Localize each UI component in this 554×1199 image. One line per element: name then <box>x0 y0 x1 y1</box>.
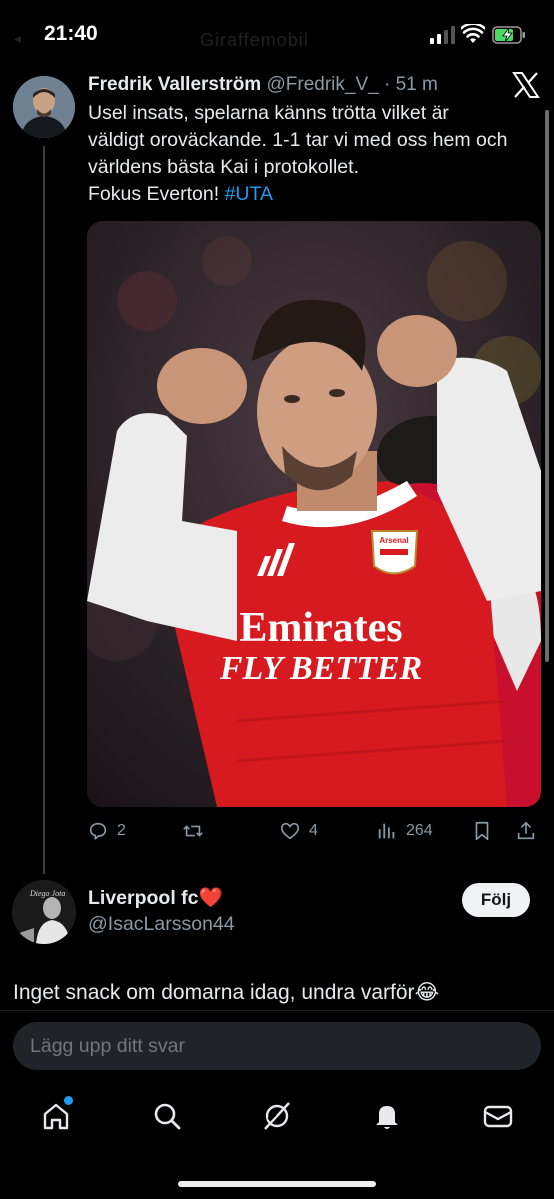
x-logo-icon[interactable] <box>512 72 540 98</box>
reply-compose-input[interactable]: Lägg upp ditt svar <box>13 1022 541 1070</box>
retweet-action[interactable] <box>182 816 212 846</box>
follow-button[interactable]: Följ <box>462 883 530 917</box>
status-time: 21:40 <box>44 22 98 45</box>
back-arrow-ghost-icon: ◂ <box>14 30 22 46</box>
ghost-title: Giraffemobil <box>200 30 309 50</box>
retweet-icon <box>183 825 203 837</box>
tweet-author-name[interactable]: Fredrik Vallerström <box>88 74 261 95</box>
hashtag-link[interactable]: #UTA <box>225 183 273 205</box>
reply-text: Inget snack om domarna idag, undra varfö… <box>13 980 439 1005</box>
reply-text-body: Inget snack om domarna idag, undra varfö… <box>13 981 415 1004</box>
tweet-actions: 2 4 264 <box>87 816 547 846</box>
tweet-text-line: väldigt oroväckande. 1-1 tar vi med oss … <box>88 129 508 151</box>
compose-divider <box>0 1010 554 1011</box>
bookmark-action[interactable] <box>471 816 493 846</box>
status-bar: ◂ 21:40 Giraffemobil <box>0 0 554 70</box>
home-notification-dot <box>64 1096 73 1105</box>
player-photo: Arsenal Emirates FLY BETTER <box>87 221 541 807</box>
wifi-icon <box>461 24 485 43</box>
reply-count: 2 <box>117 822 126 839</box>
tab-search[interactable] <box>151 1100 183 1132</box>
views-action[interactable]: 264 <box>376 816 433 846</box>
tweet-media-photo[interactable]: Arsenal Emirates FLY BETTER <box>87 221 541 807</box>
thread-connector-line <box>43 146 45 874</box>
messages-icon <box>483 1105 513 1128</box>
like-action[interactable]: 4 <box>279 816 318 846</box>
share-icon <box>517 821 535 840</box>
tab-messages[interactable] <box>482 1100 514 1132</box>
tweet-text-line: världens bästa Kai i protokollet. <box>88 156 359 178</box>
views-count: 264 <box>406 822 433 839</box>
crest-text: Arsenal <box>379 536 408 545</box>
jersey-sponsor-line2: FLY BETTER <box>219 650 422 687</box>
cellular-signal-icon <box>430 26 455 44</box>
tweet-author-line: Fredrik Vallerström @Fredrik_V_ · 51 m <box>88 74 438 96</box>
reply-icon <box>89 822 107 840</box>
jersey-sponsor-line1: Emirates <box>239 605 402 651</box>
reply-author-name[interactable]: Liverpool fc❤️ <box>88 886 223 910</box>
views-chart-icon <box>378 823 395 839</box>
heart-icon <box>280 822 300 840</box>
notifications-icon <box>376 1106 398 1129</box>
reply-author-name-text: Liverpool fc <box>88 887 199 909</box>
tweet-time: 51 m <box>395 74 438 95</box>
heart-emoji: ❤️ <box>198 887 223 909</box>
search-icon <box>154 1103 181 1130</box>
tab-notifications[interactable] <box>371 1100 403 1132</box>
bookmark-icon <box>475 821 489 841</box>
tweet-text-line: Usel insats, spelarna känns trötta vilke… <box>88 102 449 124</box>
share-action[interactable] <box>515 816 537 846</box>
home-indicator <box>178 1181 376 1187</box>
bottom-tab-bar <box>0 1088 554 1148</box>
tweet-text-fragment: Fokus Everton! <box>88 183 225 205</box>
tweet-text-line-last: Fokus Everton! #UTA <box>88 181 548 208</box>
author-avatar[interactable] <box>13 76 75 138</box>
reply-author-avatar[interactable]: Diego Jota <box>12 880 76 944</box>
tweet-time-separator: · <box>378 74 396 95</box>
reply-author-handle[interactable]: @IsacLarsson44 <box>88 913 235 936</box>
grok-icon <box>264 1102 290 1130</box>
tweet-text: Usel insats, spelarna känns trötta vilke… <box>88 100 548 208</box>
like-count: 4 <box>309 822 318 839</box>
scrollbar[interactable] <box>545 110 549 662</box>
laughing-emoji: 😂 <box>414 981 440 1004</box>
tweet-author-handle[interactable]: @Fredrik_V_ <box>266 74 378 95</box>
battery-charging-icon <box>492 26 525 44</box>
avatar-caption: Diego Jota <box>29 889 65 898</box>
tab-home[interactable] <box>40 1096 73 1132</box>
tab-grok[interactable] <box>261 1100 293 1132</box>
reply-action[interactable]: 2 <box>87 816 126 846</box>
